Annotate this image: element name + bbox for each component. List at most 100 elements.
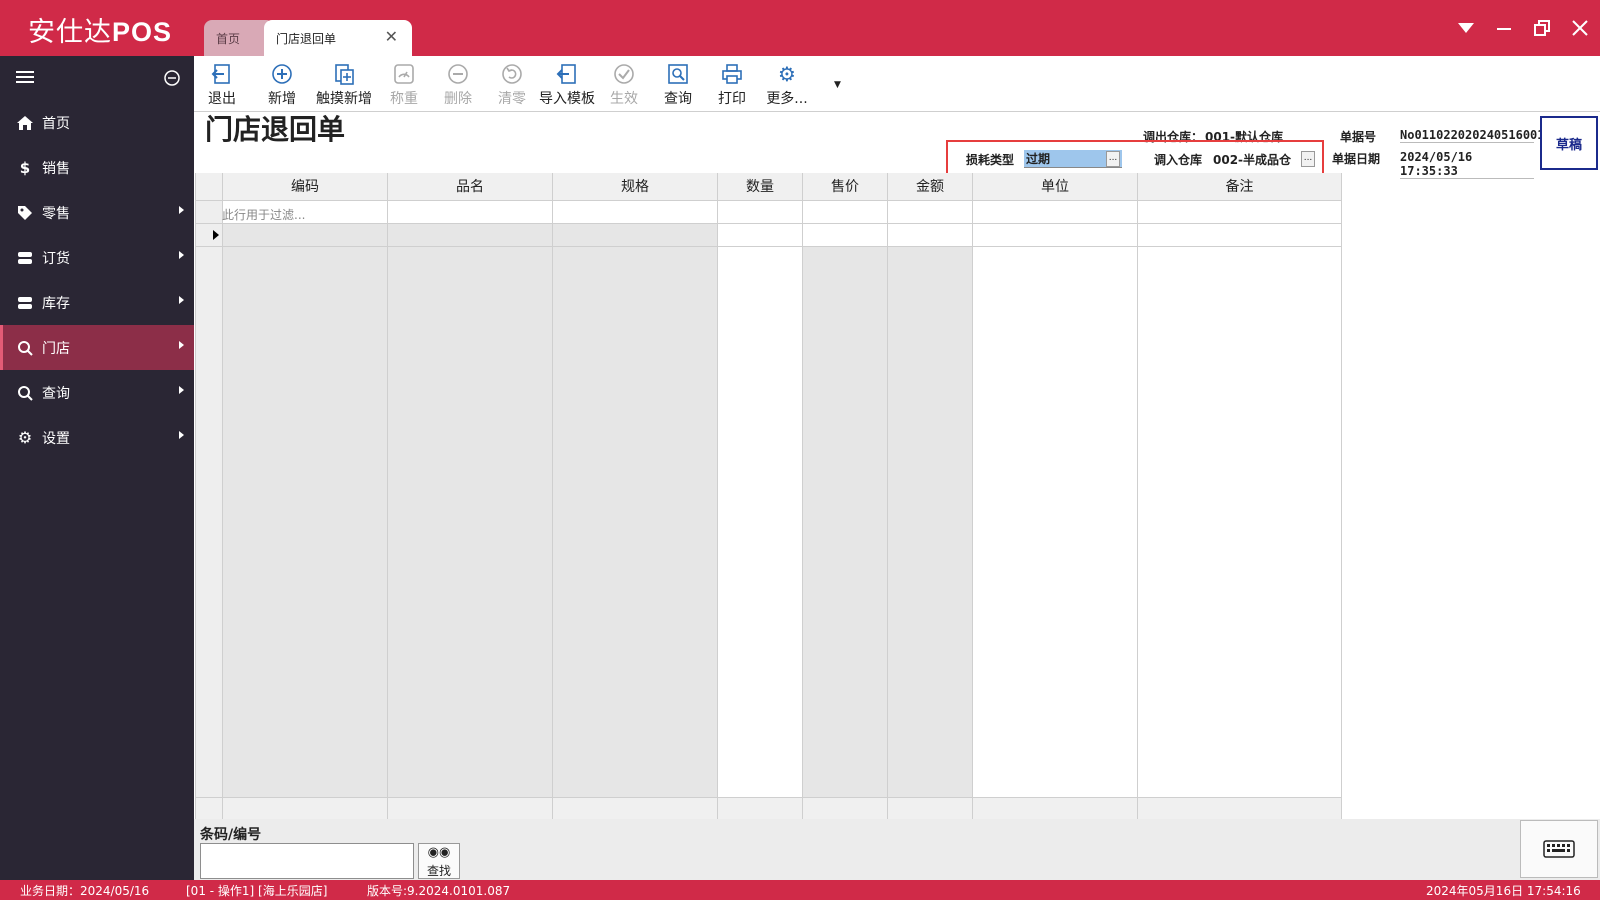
print-button[interactable]: 打印 [712,60,752,112]
sidebar-item-store[interactable]: 门店 [0,325,194,370]
page-title: 门店退回单 [205,113,346,146]
sidebar-item-label: 销售 [42,160,70,177]
sidebar-item-label: 零售 [42,205,70,222]
database-icon [16,294,34,312]
search-icon [16,384,34,402]
dropdown-icon[interactable] [1454,16,1478,40]
column-header[interactable]: 品名 [388,173,552,201]
current-datetime: 2024年05月16日 17:54:16 [1426,884,1581,898]
more-button[interactable]: ⚙ 更多... [760,60,814,112]
toolbar: 退出 新增 触摸新增 称重 删除 清零 导入模板 生效 查询 打印 ⚙ 更多..… [194,56,1600,112]
hamburger-menu-icon[interactable] [16,70,34,88]
app-title-en: POS [112,17,173,47]
column-header[interactable]: 金额 [888,173,972,201]
print-label: 打印 [718,91,746,107]
column-header[interactable]: 规格 [553,173,717,201]
query-button[interactable]: 查询 [658,60,698,112]
exit-icon [211,64,230,84]
sidebar-item-label: 订货 [42,250,70,267]
printer-icon [722,64,742,84]
barcode-input[interactable] [200,843,414,879]
gear-icon: ⚙ [17,428,33,447]
column-header[interactable]: 单位 [973,173,1137,201]
collapse-icon[interactable] [164,70,180,90]
clear-button[interactable]: 清零 [492,60,532,112]
binoculars-icon: ◉◉ [427,845,451,860]
version-number: 版本号:9.2024.0101.087 [367,884,511,898]
exit-button[interactable]: 退出 [202,60,242,112]
status-badge[interactable]: 草稿 [1540,116,1598,170]
doc-date-value: 2024/05/16 17:35:33 [1400,150,1534,179]
find-label: 查找 [426,864,451,878]
chevron-right-icon [179,206,184,214]
minus-circle-icon [448,64,468,84]
app-title: 安仕达POS [28,10,172,49]
column-header[interactable]: 备注 [1138,173,1341,201]
minimize-icon[interactable] [1492,16,1516,40]
keyboard-icon [1543,840,1575,858]
close-icon[interactable] [1568,16,1592,40]
dollar-icon: $ [19,158,31,177]
more-caret-icon[interactable]: ▼ [834,80,841,90]
sidebar-item-settings[interactable]: ⚙ 设置 [0,415,194,460]
column-name: 品名 [388,173,553,819]
tab-store-return[interactable]: 门店退回单 ✕ [264,20,412,56]
barcode-label: 条码/编号 [200,827,262,843]
apply-label: 生效 [610,91,638,107]
column-unit: 单位 [973,173,1138,819]
scale-icon [394,64,414,84]
tab-close-icon[interactable]: ✕ [385,27,398,46]
column-header[interactable]: 数量 [718,173,802,201]
column-price: 售价 [803,173,888,819]
in-warehouse-field[interactable]: 002-半成品仓 [1213,151,1291,168]
tab-store-return-label: 门店退回单 [276,32,337,46]
apply-button[interactable]: 生效 [604,60,644,112]
chevron-right-icon [179,431,184,439]
sidebar-item-order[interactable]: 订货 [0,235,194,280]
loss-type-picker-button[interactable]: ... [1106,151,1120,167]
exit-label: 退出 [208,91,236,107]
doc-no-value: No011022020240516001 [1400,128,1545,143]
sidebar-item-query[interactable]: 查询 [0,370,194,415]
import-icon [556,64,576,84]
column-header[interactable]: 售价 [803,173,887,201]
in-warehouse-picker-button[interactable]: ... [1301,151,1315,167]
search-doc-icon [668,64,688,84]
import-template-button[interactable]: 导入模板 [538,60,596,112]
add-button[interactable]: 新增 [262,60,302,112]
search-icon [16,339,34,357]
column-amount: 金额 [888,173,973,819]
touch-add-icon [335,64,354,85]
column-header[interactable]: 编码 [223,173,387,201]
add-label: 新增 [268,91,296,107]
find-button[interactable]: ◉◉ 查找 [418,843,460,879]
chevron-right-icon [179,341,184,349]
restore-icon[interactable] [1530,16,1554,40]
sidebar-item-retail[interactable]: 零售 [0,190,194,235]
app-title-cn: 安仕达 [28,17,112,48]
in-warehouse-label: 调入仓库 [1154,153,1203,167]
chevron-right-icon [179,251,184,259]
sidebar-item-sales[interactable]: $ 销售 [0,145,194,190]
reset-icon [502,64,522,84]
weigh-button[interactable]: 称重 [384,60,424,112]
business-date: 业务日期：2024/05/16 [20,884,150,898]
column-code: 编码 [223,173,388,819]
title-bar: 安仕达POS 首页 门店退回单 ✕ [0,0,1600,56]
delete-button[interactable]: 删除 [438,60,478,112]
sidebar-item-home[interactable]: 首页 [0,100,194,145]
keyboard-button[interactable] [1520,820,1598,878]
query-label: 查询 [664,91,692,107]
gear-icon: ⚙ [778,62,796,86]
row-header-column [196,173,223,819]
sidebar-item-inventory[interactable]: 库存 [0,280,194,325]
filter-row-input[interactable]: 此行用于过滤... [222,206,305,223]
weigh-label: 称重 [390,91,418,107]
sidebar-item-label: 设置 [42,430,70,447]
tag-icon [16,204,34,222]
home-icon [16,114,34,132]
column-spec: 规格 [553,173,718,819]
touch-add-label: 触摸新增 [316,91,372,107]
more-label: 更多... [766,91,808,107]
touch-add-button[interactable]: 触摸新增 [312,60,376,112]
